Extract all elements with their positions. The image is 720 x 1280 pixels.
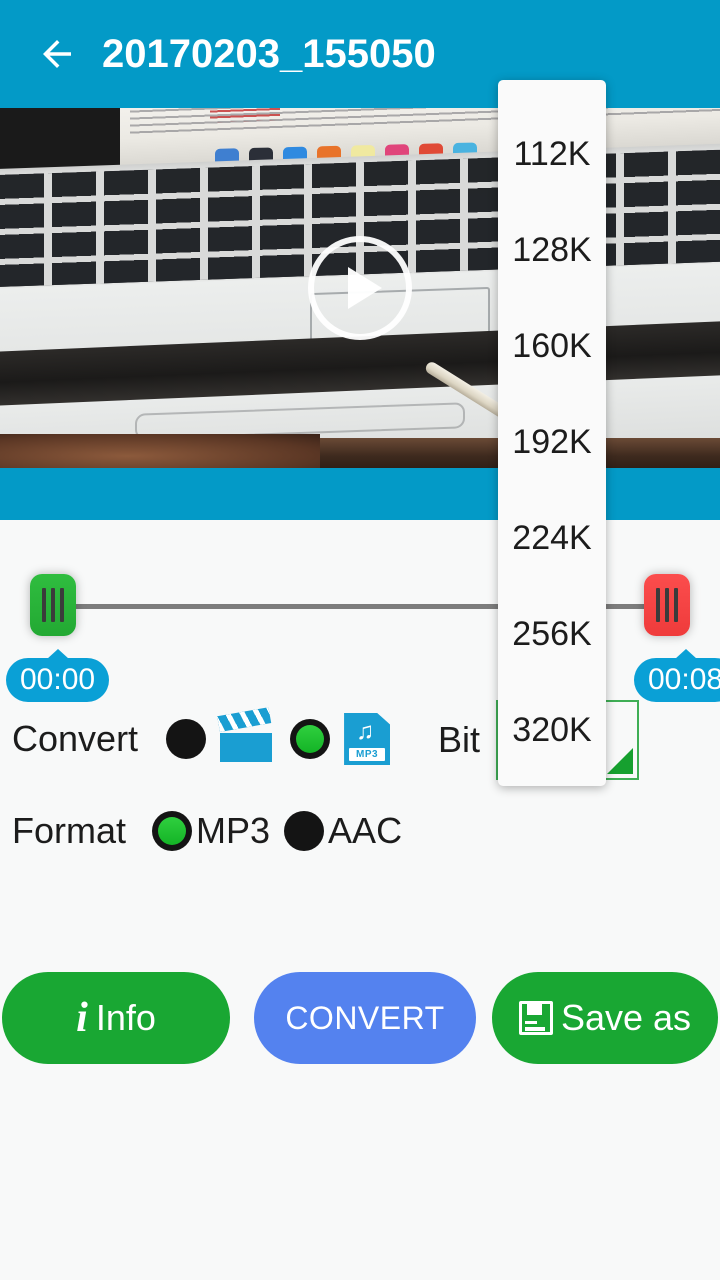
- convert-button-label: CONVERT: [285, 999, 445, 1036]
- format-row: Format MP3 AAC: [0, 800, 720, 862]
- format-radio-mp3[interactable]: [152, 811, 193, 851]
- format-label-mp3: MP3: [196, 810, 271, 851]
- mp3-file-icon-label: MP3: [349, 748, 386, 761]
- music-note-icon: ♫: [356, 718, 375, 745]
- bitrate-option[interactable]: 320K: [498, 682, 606, 778]
- start-time-badge: 00:00: [6, 658, 110, 702]
- spinner-caret-icon: [607, 748, 634, 774]
- info-icon: i: [76, 995, 88, 1041]
- page-title: 20170203_155050: [102, 31, 436, 76]
- app-root: 20170203_155050 00:00 00:08 Convert ♫ MP…: [0, 0, 720, 1280]
- save-as-button-label: Save as: [560, 997, 692, 1038]
- trim-end-handle[interactable]: [644, 574, 690, 636]
- bitrate-option[interactable]: 128K: [498, 202, 606, 298]
- format-row-label: Format: [12, 810, 127, 851]
- bitrate-option[interactable]: 192K: [498, 394, 606, 490]
- clapperboard-icon: [217, 707, 273, 762]
- convert-button[interactable]: CONVERT: [254, 972, 476, 1064]
- trim-start-handle[interactable]: [30, 574, 76, 636]
- end-time-badge: 00:08: [634, 658, 720, 702]
- info-button[interactable]: i Info: [2, 972, 230, 1064]
- video-preview[interactable]: [0, 108, 720, 468]
- play-triangle: [348, 267, 382, 309]
- bitrate-option[interactable]: 160K: [498, 298, 606, 394]
- convert-row-label: Convert: [12, 718, 139, 759]
- convert-video-radio[interactable]: [166, 719, 207, 759]
- play-icon[interactable]: [308, 236, 412, 340]
- bitrate-option[interactable]: 112K: [498, 106, 606, 202]
- mp3-file-icon: ♫ MP3: [344, 713, 391, 765]
- action-button-bar: i Info CONVERT Save as: [0, 972, 720, 1064]
- bitrate-option[interactable]: 256K: [498, 586, 606, 682]
- info-button-label: Info: [95, 997, 156, 1038]
- arrow-left-icon: [43, 40, 71, 68]
- playback-seek-bar[interactable]: [0, 468, 720, 520]
- floppy-disk-icon: [518, 1001, 553, 1035]
- back-button[interactable]: [20, 17, 94, 91]
- bitrate-dropdown-menu[interactable]: 112K 128K 160K 192K 224K 256K 320K: [498, 80, 606, 786]
- trim-timeline: 00:00 00:08: [0, 520, 720, 702]
- format-label-aac: AAC: [328, 810, 403, 851]
- save-as-button[interactable]: Save as: [492, 972, 718, 1064]
- app-bar: 20170203_155050: [0, 0, 720, 108]
- convert-audio-radio[interactable]: [290, 719, 331, 759]
- format-radio-aac[interactable]: [284, 811, 325, 851]
- bitrate-option[interactable]: 224K: [498, 490, 606, 586]
- bitrate-label: Bit: [438, 719, 481, 760]
